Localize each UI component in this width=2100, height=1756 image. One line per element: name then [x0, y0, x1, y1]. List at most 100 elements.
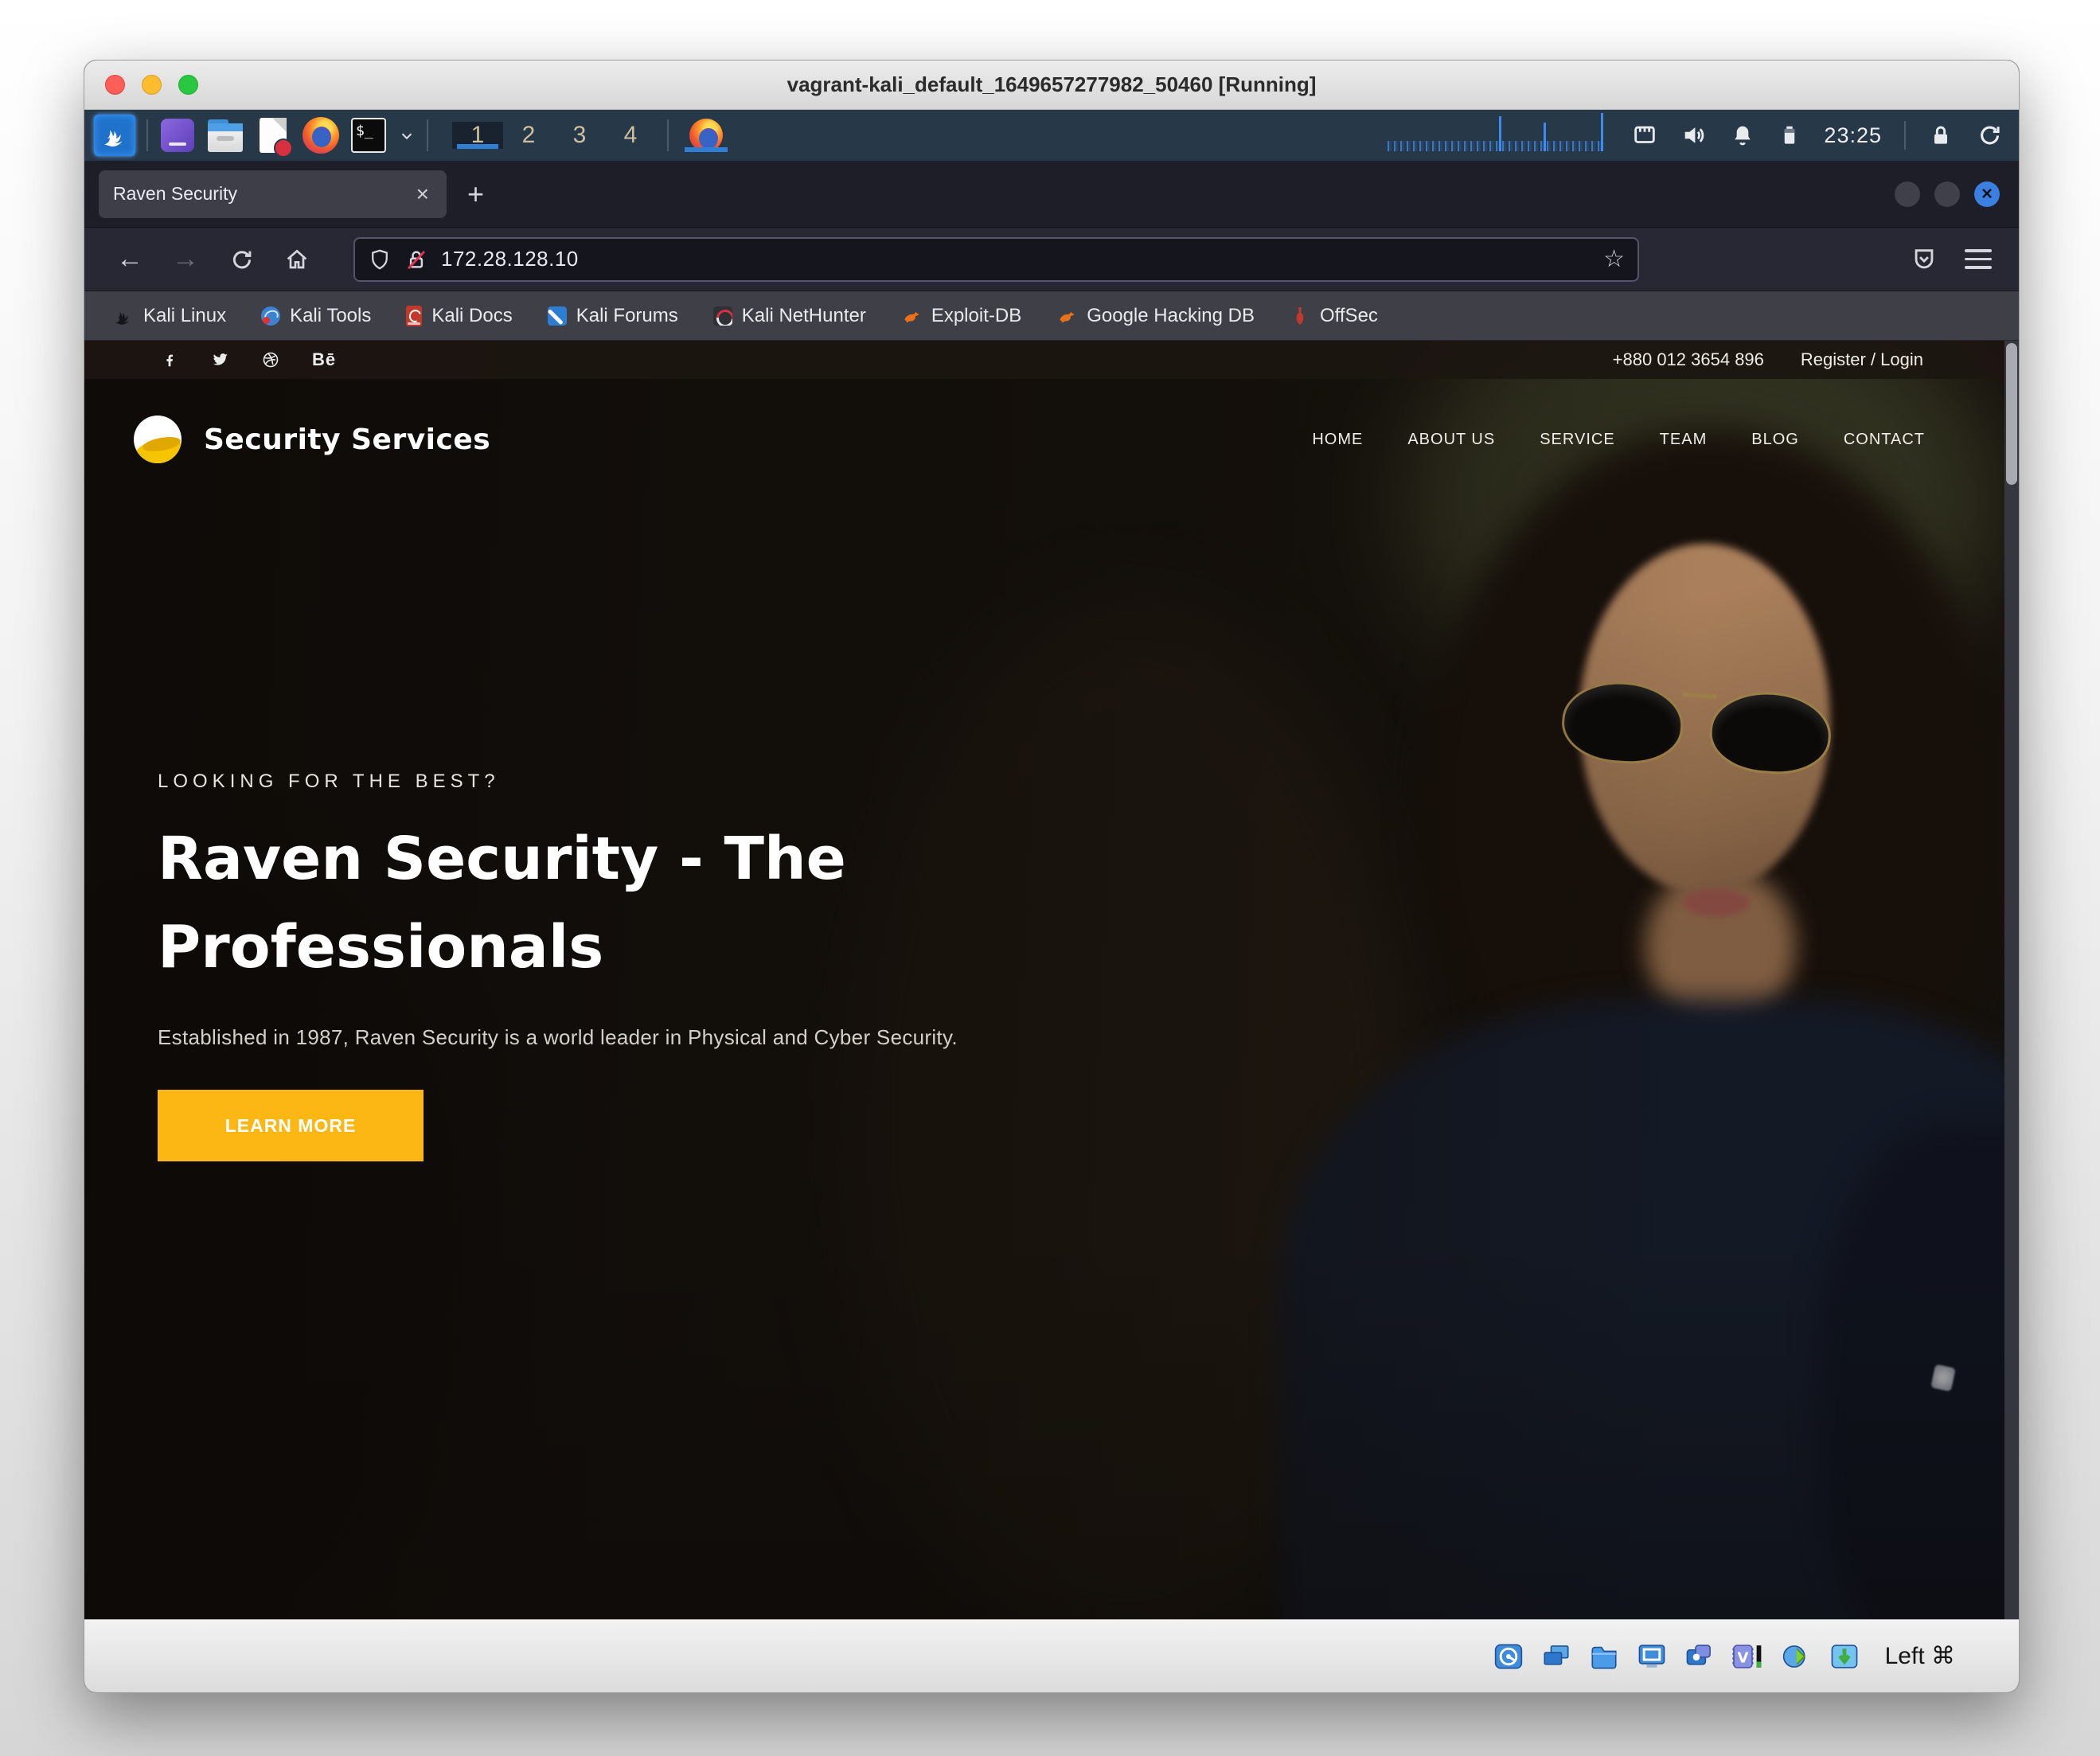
tracking-shield-icon	[368, 248, 392, 271]
scrollbar[interactable]	[2004, 341, 2019, 1619]
logout-button[interactable]	[1976, 122, 2003, 149]
network-tray-button[interactable]	[1631, 122, 1658, 149]
behance-link[interactable]: Bē	[312, 349, 336, 370]
vbox-mouse-integration-indicator[interactable]	[1780, 1642, 1813, 1671]
offsec-favicon	[1290, 306, 1310, 326]
home-icon	[284, 247, 310, 272]
kali-dragon-icon	[101, 122, 128, 149]
vbox-harddisk-indicator[interactable]	[1492, 1642, 1525, 1671]
taskbar-firefox-window[interactable]	[680, 119, 732, 152]
hero-section: LOOKING FOR THE BEST? Raven Security - T…	[158, 771, 1081, 1161]
volume-tray-button[interactable]	[1680, 122, 1708, 149]
lock-screen-button[interactable]	[1928, 123, 1954, 148]
firefox-nav-toolbar: ← →	[84, 228, 2019, 291]
kali-menu-button[interactable]	[94, 115, 135, 156]
firefox-icon	[303, 117, 339, 154]
pocket-icon	[1911, 246, 1938, 273]
facebook-icon	[161, 351, 178, 369]
bookmark-label: Kali Tools	[290, 305, 371, 327]
nav-team[interactable]: TEAM	[1660, 431, 1708, 449]
bookmark-kali-tools[interactable]: Kali Tools	[261, 305, 371, 327]
bookmark-offsec[interactable]: OffSec	[1290, 305, 1378, 327]
firefox-tab-bar: Raven Security × + ×	[84, 161, 2019, 228]
firefox-maximize-button[interactable]	[1934, 181, 1960, 207]
twitter-link[interactable]	[210, 350, 229, 369]
file-manager-icon	[208, 125, 243, 152]
tab-close-button[interactable]: ×	[413, 181, 432, 207]
firefox-window-controls: ×	[1895, 181, 2000, 207]
panel-separator	[427, 119, 428, 151]
chevron-down-icon	[398, 127, 416, 144]
scrollbar-thumb[interactable]	[2006, 343, 2017, 485]
vbox-features-indicator[interactable]: V	[1731, 1642, 1766, 1671]
tab-raven-security[interactable]: Raven Security ×	[99, 170, 447, 218]
workspace-2[interactable]: 2	[503, 122, 554, 149]
vbox-recording-indicator[interactable]	[1683, 1642, 1716, 1671]
battery-tray-button[interactable]	[1778, 122, 1801, 149]
bookmark-google-hacking-db[interactable]: Google Hacking DB	[1056, 305, 1255, 327]
notifications-tray-button[interactable]	[1730, 123, 1755, 148]
bookmark-label: Kali Linux	[143, 305, 226, 327]
url-text[interactable]: 172.28.128.10	[441, 247, 1591, 271]
page-viewport: Bē +880 012 3654 896 Register / Login Se…	[84, 341, 2019, 1619]
workspace-3[interactable]: 3	[554, 122, 605, 149]
insecure-connection-indicator[interactable]	[404, 248, 428, 271]
vbox-network-indicator[interactable]	[1540, 1642, 1573, 1671]
dribbble-link[interactable]	[261, 350, 280, 369]
hero-title: Raven Security - The Professionals	[158, 815, 1049, 992]
forward-button[interactable]: →	[162, 236, 209, 283]
bookmark-kali-docs[interactable]: Kali Docs	[406, 305, 512, 327]
tray-separator	[1904, 121, 1906, 150]
register-login-link[interactable]: Register / Login	[1801, 349, 1923, 370]
firefox-icon	[689, 119, 723, 152]
firefox-close-button[interactable]: ×	[1974, 181, 2000, 207]
bookmark-exploit-db[interactable]: Exploit-DB	[901, 305, 1021, 327]
bookmark-kali-linux[interactable]: Kali Linux	[113, 305, 226, 327]
vbox-shared-folders-indicator[interactable]	[1587, 1642, 1621, 1671]
pocket-button[interactable]	[1911, 246, 1938, 273]
launcher-dropdown-button[interactable]	[398, 127, 416, 144]
bookmark-kali-forums[interactable]: Kali Forums	[548, 305, 678, 327]
menu-button[interactable]	[1965, 249, 1992, 269]
bookmark-label: Kali Docs	[431, 305, 512, 327]
hero-tagline: LOOKING FOR THE BEST?	[158, 771, 1081, 793]
firefox-launcher-button[interactable]	[303, 117, 339, 154]
nav-blog[interactable]: BLOG	[1751, 431, 1799, 449]
site-logo[interactable]: Security Services	[134, 416, 490, 463]
site-header: Security Services HOME ABOUT US SERVICE …	[84, 379, 2004, 500]
system-tray: 23:25	[1631, 121, 2019, 150]
bookmark-kali-nethunter[interactable]: Kali NetHunter	[713, 305, 866, 327]
hero-description: Established in 1987, Raven Security is a…	[158, 1025, 1081, 1050]
battery-icon	[1778, 122, 1801, 149]
firefox-minimize-button[interactable]	[1895, 181, 1920, 207]
vbox-display-indicator[interactable]	[1635, 1642, 1669, 1671]
vm-titlebar[interactable]: vagrant-kali_default_1649657277982_50460…	[84, 60, 2019, 110]
nav-contact[interactable]: CONTACT	[1844, 431, 1925, 449]
terminal-launcher-button[interactable]: $_	[350, 117, 387, 154]
vbox-host-capture-indicator[interactable]	[1828, 1642, 1861, 1671]
facebook-link[interactable]	[161, 351, 178, 369]
workspace-4[interactable]: 4	[605, 122, 656, 149]
logout-icon	[1976, 122, 2003, 149]
app-launcher-button[interactable]	[159, 117, 196, 154]
nav-service[interactable]: SERVICE	[1540, 431, 1614, 449]
learn-more-button[interactable]: LEARN MORE	[158, 1090, 424, 1161]
nav-home[interactable]: HOME	[1312, 431, 1363, 449]
reload-button[interactable]	[218, 236, 264, 283]
file-manager-button[interactable]	[207, 117, 244, 154]
panel-clock[interactable]: 23:25	[1824, 123, 1882, 148]
workspace-1[interactable]: 1	[452, 122, 503, 149]
back-button[interactable]: ←	[107, 236, 153, 283]
nav-about-us[interactable]: ABOUT US	[1407, 431, 1495, 449]
kali-nethunter-favicon	[713, 306, 732, 326]
panel-separator	[667, 119, 669, 151]
site-topbar: Bē +880 012 3654 896 Register / Login	[84, 341, 2004, 379]
cpu-activity-graph[interactable]	[1388, 115, 1602, 156]
bookmark-star-button[interactable]: ☆	[1603, 245, 1625, 273]
vbox-host-key-label: Left ⌘	[1885, 1642, 1955, 1670]
kali-panel: $_ 1 2 3 4	[84, 110, 2019, 161]
new-tab-button[interactable]: +	[467, 178, 484, 211]
text-editor-button[interactable]	[255, 117, 291, 154]
url-bar[interactable]: 172.28.128.10 ☆	[353, 237, 1639, 282]
home-button[interactable]	[274, 236, 320, 283]
